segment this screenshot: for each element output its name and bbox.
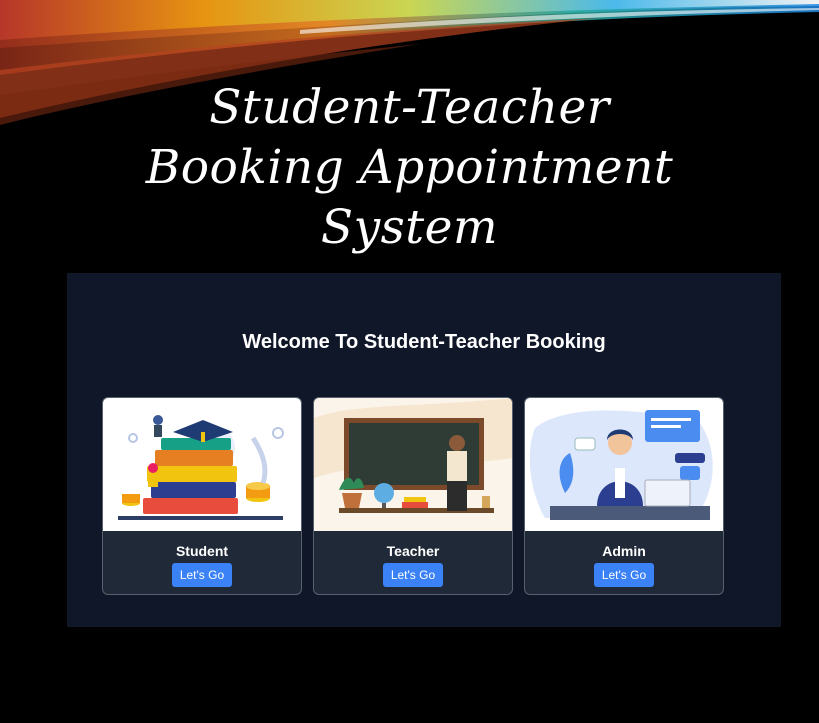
app-screenshot: Welcome To Student-Teacher Booking Stude… [67,273,781,627]
admin-card: Admin Let's Go [524,397,724,595]
admin-lets-go-button[interactable]: Let's Go [594,563,654,587]
teacher-lets-go-button[interactable]: Let's Go [383,563,443,587]
admin-support-illustration [525,398,723,531]
slide-title-line-3: System [320,200,499,255]
welcome-heading: Welcome To Student-Teacher Booking [242,331,606,353]
student-card-title: Student [175,543,229,559]
admin-card-title: Admin [602,543,646,559]
slide-title-line-2: Booking Appointment [145,140,674,195]
teacher-card-title: Teacher [386,543,440,559]
student-books-illustration [103,398,301,531]
teacher-card: Teacher Let's Go [313,397,513,595]
teacher-chalkboard-illustration [314,398,512,531]
slide-title: Student-Teacher Booking Appointment Syst… [0,78,819,258]
student-lets-go-button[interactable]: Let's Go [172,563,232,587]
student-card: Student Let's Go [102,397,302,595]
slide-title-line-1: Student-Teacher [209,80,610,135]
